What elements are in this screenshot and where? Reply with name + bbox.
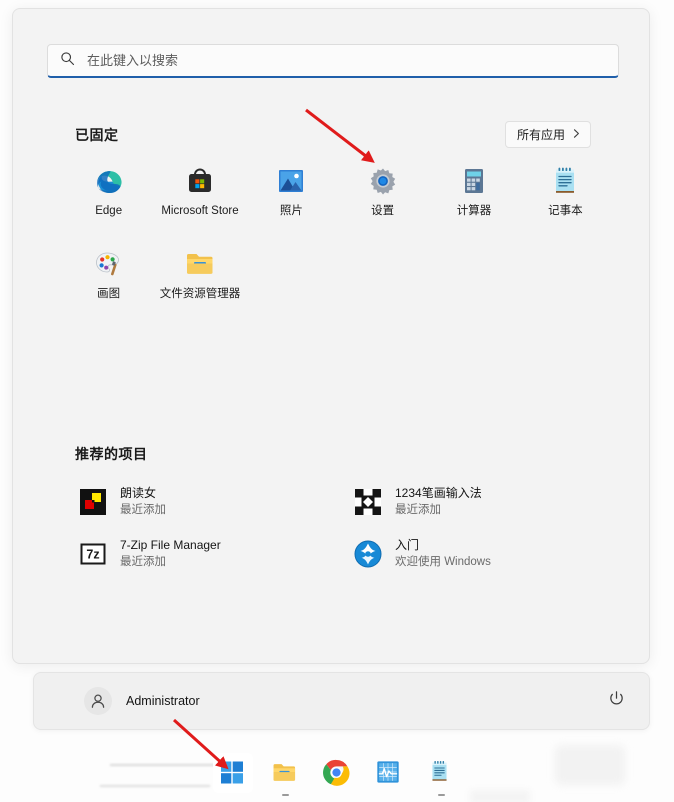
taskbar-running-indicator	[281, 794, 289, 796]
paint-icon	[93, 248, 125, 280]
recommended-list: 朗读女 最近添加 1234笔画输入法 最近添加 7z 7-Zip File Ma…	[71, 481, 601, 575]
recommended-item-text: 朗读女 最近添加	[120, 486, 166, 517]
all-apps-button[interactable]: 所有应用	[504, 121, 591, 148]
app-label: 计算器	[456, 205, 492, 217]
app-label: Microsoft Store	[161, 205, 239, 217]
recommended-item-7zip[interactable]: 7z 7-Zip File Manager 最近添加	[71, 533, 326, 575]
recommended-item-bihua-ime[interactable]: 1234笔画输入法 最近添加	[346, 481, 601, 523]
app-label: Edge	[95, 205, 123, 217]
taskbar-button-task-monitor[interactable]	[369, 753, 409, 793]
recommended-item-subtitle: 最近添加	[120, 503, 166, 516]
photos-icon	[275, 165, 307, 197]
recommended-item-get-started[interactable]: 入门 欢迎使用 Windows	[346, 533, 601, 575]
recommended-item-subtitle: 最近添加	[395, 503, 441, 516]
recommended-item-text: 1234笔画输入法 最近添加	[395, 486, 482, 517]
search-box[interactable]	[47, 44, 619, 78]
app-tile-settings[interactable]: 设置	[337, 161, 428, 222]
app-tile-file-explorer[interactable]: 文件资源管理器	[154, 244, 245, 305]
search-bar[interactable]	[47, 44, 619, 78]
taskbar-button-chrome[interactable]	[317, 753, 357, 793]
edge-icon	[93, 165, 125, 197]
all-apps-label: 所有应用	[516, 128, 565, 142]
microsoft-store-icon	[184, 165, 216, 197]
power-button[interactable]	[601, 686, 631, 716]
recommended-item-title: 入门	[395, 538, 420, 553]
app-tile-photos[interactable]: 照片	[246, 161, 337, 222]
settings-gear-icon	[367, 165, 399, 197]
taskbar-running-indicator	[437, 794, 445, 796]
app-tile-microsoft-store[interactable]: Microsoft Store	[154, 161, 245, 222]
search-icon	[60, 51, 75, 71]
langdunv-icon	[79, 488, 107, 516]
app-label: 文件资源管理器	[159, 287, 241, 300]
activity-icon	[375, 759, 403, 787]
power-icon	[608, 690, 625, 712]
sevenzip-icon: 7z	[79, 540, 107, 568]
app-label: 画图	[97, 287, 121, 300]
recommended-title: 推荐的项目	[75, 446, 148, 462]
bihua-ime-icon	[354, 488, 382, 516]
taskbar-button-start[interactable]	[213, 753, 253, 793]
recommended-item-subtitle: 最近添加	[120, 555, 166, 568]
pinned-title: 已固定	[75, 126, 119, 143]
calculator-icon	[458, 165, 490, 197]
chevron-right-icon	[572, 128, 581, 142]
file-explorer-icon	[184, 248, 216, 280]
app-label: 设置	[371, 205, 395, 217]
notepad-icon	[427, 759, 455, 787]
taskbar-button-file-explorer[interactable]	[265, 753, 305, 796]
file-explorer-icon	[271, 759, 299, 787]
user-account-button[interactable]: Administrator	[76, 682, 208, 720]
user-name-label: Administrator	[126, 694, 200, 708]
app-tile-paint[interactable]: 画图	[63, 244, 154, 305]
recommended-item-subtitle: 欢迎使用 Windows	[395, 555, 491, 568]
app-label: 照片	[279, 205, 303, 217]
app-tile-notepad[interactable]: 记事本	[520, 161, 611, 222]
recommended-item-text: 入门 欢迎使用 Windows	[395, 538, 491, 569]
app-tile-edge[interactable]: Edge	[63, 161, 154, 222]
taskbar	[0, 744, 674, 802]
pinned-apps-grid: Edge Microsoft Store 照片 设置 计算器 记事本 画图 文件…	[63, 161, 611, 304]
recommended-item-text: 7-Zip File Manager 最近添加	[120, 538, 221, 569]
start-menu-footer: Administrator	[33, 672, 650, 730]
pinned-header-row: 已固定 所有应用	[75, 121, 591, 148]
chrome-icon	[323, 759, 351, 787]
recommended-item-title: 朗读女	[120, 486, 157, 500]
notepad-icon	[549, 165, 581, 197]
search-input[interactable]	[87, 53, 590, 68]
start-menu-panel: 已固定 所有应用 Edge	[12, 8, 650, 664]
recommended-item-title: 7-Zip File Manager	[120, 538, 221, 553]
taskbar-button-notepad[interactable]	[421, 753, 461, 796]
app-label: 记事本	[548, 205, 583, 217]
user-avatar-icon	[84, 687, 112, 715]
app-tile-calculator[interactable]: 计算器	[428, 161, 519, 222]
get-started-icon	[354, 540, 382, 568]
recommended-item-langdunv[interactable]: 朗读女 最近添加	[71, 481, 326, 523]
svg-text:7z: 7z	[86, 548, 99, 562]
windows-logo-icon	[219, 759, 247, 787]
recommended-item-title: 1234笔画输入法	[395, 486, 482, 500]
